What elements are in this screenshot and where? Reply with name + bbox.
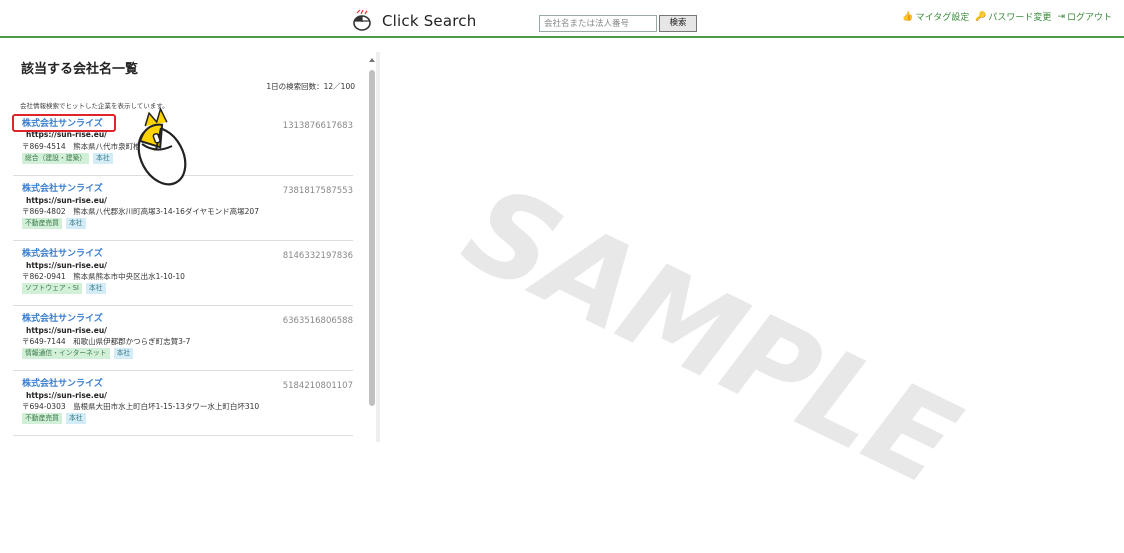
mytag-settings-label: マイタグ設定 bbox=[915, 13, 970, 23]
company-url[interactable]: https://sun-rise.eu/ bbox=[26, 391, 107, 400]
results-panel: 該当する会社名一覧 1日の検索回数：12／100 会社情報検索でヒットした企業を… bbox=[8, 46, 375, 444]
company-name-link[interactable]: 株式会社サンライズ bbox=[22, 376, 103, 389]
list-item[interactable]: 株式会社サンライズ 6363516806588 https://sun-rise… bbox=[13, 306, 353, 371]
company-address: 〒862-0941 熊本県熊本市中央区出水1-10-10 bbox=[22, 272, 185, 281]
scrollbar[interactable] bbox=[369, 58, 376, 448]
branch-tag: 本社 bbox=[85, 283, 106, 294]
sample-watermark: SAMPLE bbox=[444, 158, 976, 512]
company-name-link[interactable]: 株式会社サンライズ bbox=[22, 311, 103, 324]
corporate-number: 5184210801107 bbox=[282, 381, 353, 391]
branch-tag: 本社 bbox=[93, 153, 113, 164]
logout-link[interactable]: ⇥ ログアウト bbox=[1057, 10, 1112, 24]
top-header: Click Search 会社名または法人番号 検索 👍 マイタグ設定 🔑 パス… bbox=[0, 0, 1124, 38]
change-password-link[interactable]: 🔑 パスワード変更 bbox=[975, 10, 1052, 24]
company-name-link[interactable]: 株式会社サンライズ bbox=[22, 181, 103, 194]
change-password-label: パスワード変更 bbox=[988, 13, 1052, 23]
thumb-up-icon: 👍 bbox=[902, 11, 914, 22]
company-url[interactable]: https://sun-rise.eu/ bbox=[26, 261, 107, 270]
branch-tag: 本社 bbox=[113, 348, 134, 359]
company-address: 〒869-4802 熊本県八代郡氷川町高塚3-14-16ダイヤモンド高塚207 bbox=[22, 207, 259, 216]
list-item[interactable]: 株式会社サンライズ 8146332197836 https://sun-rise… bbox=[13, 241, 353, 306]
company-address: 〒649-7144 和歌山県伊都郡かつらぎ町志賀3-7 bbox=[22, 337, 191, 346]
logout-label: ログアウト bbox=[1066, 13, 1112, 23]
key-icon: 🔑 bbox=[975, 11, 987, 22]
corporate-number: 8146332197836 bbox=[282, 251, 353, 261]
click-mouse-illustration bbox=[126, 104, 206, 194]
scroll-up-arrow-icon[interactable] bbox=[369, 58, 375, 62]
industry-tag: 情報通信・インターネット bbox=[22, 348, 110, 359]
company-url[interactable]: https://sun-rise.eu/ bbox=[26, 196, 107, 205]
search-input[interactable]: 会社名または法人番号 bbox=[539, 15, 657, 32]
industry-tag: ソフトウェア・SI bbox=[22, 283, 82, 294]
app-name: Click Search bbox=[382, 12, 477, 30]
industry-tag: 不動産売買 bbox=[22, 413, 62, 424]
mytag-settings-link[interactable]: 👍 マイタグ設定 bbox=[902, 10, 970, 24]
corporate-number: 1313876617683 bbox=[282, 121, 353, 131]
search-button[interactable]: 検索 bbox=[659, 15, 697, 32]
account-links: 👍 マイタグ設定 🔑 パスワード変更 ⇥ ログアウト bbox=[902, 10, 1112, 24]
corporate-number: 7381817587553 bbox=[282, 186, 353, 196]
search-quota: 1日の検索回数：12／100 bbox=[266, 82, 355, 91]
scroll-thumb[interactable] bbox=[369, 70, 375, 406]
panel-title: 該当する会社名一覧 bbox=[21, 62, 139, 77]
corporate-number: 6363516806588 bbox=[282, 316, 353, 326]
branch-tag: 本社 bbox=[65, 218, 86, 229]
company-url[interactable]: https://sun-rise.eu/ bbox=[26, 326, 107, 335]
app-logo[interactable]: Click Search bbox=[350, 9, 477, 32]
branch-tag: 本社 bbox=[65, 413, 86, 424]
company-name-link[interactable]: 株式会社サンライズ bbox=[22, 246, 103, 259]
list-item[interactable]: 株式会社サンライズ 5184210801107 https://sun-rise… bbox=[13, 371, 353, 436]
industry-tag: 不動産売買 bbox=[22, 218, 62, 229]
mouse-logo-icon bbox=[350, 9, 376, 32]
industry-tag: 総合（建設・建築） bbox=[22, 153, 90, 164]
company-address: 〒694-0303 島根県大田市水上町白坏1-15-13タワー水上町白坏310 bbox=[22, 402, 260, 411]
logout-icon: ⇥ bbox=[1057, 11, 1065, 22]
highlight-box bbox=[12, 114, 116, 132]
panel-divider bbox=[376, 52, 380, 442]
